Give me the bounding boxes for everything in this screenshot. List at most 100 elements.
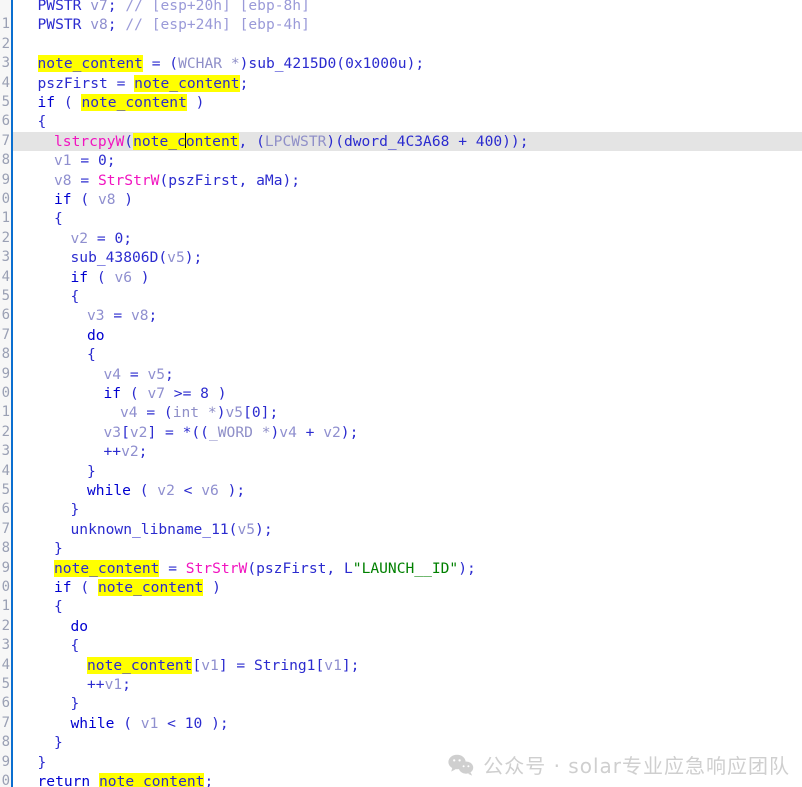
line-number: 8 (1, 540, 10, 557)
line-number: 1 (1, 16, 10, 33)
line-number: 8 (1, 152, 10, 169)
line-number: 6 (1, 695, 10, 712)
code-token: v3 (103, 423, 122, 441)
code-line[interactable]: PWSTR v8; // [esp+24h] [ebp-4h] (13, 15, 802, 34)
code-line[interactable]: } (13, 753, 802, 772)
code-line[interactable]: while ( v1 < 10 ); (13, 714, 802, 733)
code-line[interactable]: v8 = StrStrW(pszFirst, aMa); (13, 171, 802, 190)
code-token: StrStrW (97, 171, 160, 189)
code-token: 0 (97, 152, 107, 170)
code-token: * (230, 55, 240, 73)
code-token: ( (55, 94, 82, 111)
code-token: )); (502, 132, 529, 150)
code-token: ; (138, 443, 148, 461)
code-token: // (125, 16, 152, 34)
code-token: v6 (201, 482, 219, 499)
code-line[interactable]: v3[v2] = *((_WORD *)v4 + v2); (13, 423, 802, 442)
code-token: )( (326, 132, 344, 150)
code-line[interactable]: } (13, 500, 802, 519)
highlighted-token: note_c (133, 132, 186, 150)
code-line[interactable]: { (13, 597, 802, 616)
code-line[interactable]: note_content = (WCHAR *)sub_4215D0(0x100… (13, 54, 802, 73)
line-number: 0 (1, 579, 10, 595)
code-token: v2 (121, 443, 139, 461)
code-token: do (87, 326, 105, 344)
code-line[interactable]: v3 = v8; (13, 306, 802, 325)
code-token: do (70, 617, 89, 635)
line-number: 3 (1, 443, 10, 460)
code-line[interactable]: { (13, 636, 802, 655)
code-token: ( (130, 482, 158, 499)
code-token: ; (122, 676, 131, 693)
code-token: ) (115, 191, 134, 208)
code-token: while (87, 482, 131, 499)
line-number: 4 (1, 268, 10, 285)
code-token: // [esp+20h] [ebp-8h] (125, 0, 310, 14)
line-number: 9 (1, 753, 10, 770)
code-token: v2 (157, 482, 175, 499)
code-line[interactable]: if ( v8 ) (13, 190, 802, 209)
code-token: ] = (218, 656, 254, 674)
code-line[interactable]: } (13, 694, 802, 713)
code-line[interactable]: if ( v6 ) (13, 268, 802, 287)
code-line[interactable]: note_content[v1] = String1[v1]; (13, 656, 802, 675)
code-line[interactable]: while ( v2 < v6 ); (13, 481, 802, 500)
code-token: ( (158, 249, 168, 267)
code-token: ) (270, 423, 280, 441)
code-line[interactable]: } (13, 539, 802, 558)
code-token: if (70, 268, 89, 286)
code-line[interactable]: sub_43806D(v5); (13, 248, 802, 267)
code-line[interactable]: } (13, 462, 802, 481)
code-token: ( (114, 714, 141, 732)
code-line[interactable]: do (13, 326, 802, 345)
highlighted-token: note_content (87, 656, 193, 674)
code-line[interactable]: if ( v7 >= 8 ) (13, 384, 802, 403)
code-token: ( (71, 191, 98, 208)
code-token: ]; (341, 656, 360, 674)
code-line[interactable]: } (13, 733, 802, 752)
line-number: 5 (1, 94, 10, 110)
code-line[interactable] (13, 35, 802, 54)
code-line[interactable]: unknown_libname_11(v5); (13, 520, 802, 539)
code-line[interactable]: { (13, 112, 802, 131)
code-line[interactable]: PWSTR v7; // [esp+20h] [ebp-8h] (13, 0, 802, 15)
code-line[interactable]: { (13, 287, 802, 306)
code-token: v1 (140, 714, 159, 732)
highlighted-token: ontent (185, 132, 239, 150)
code-token: v1 (324, 656, 342, 674)
highlighted-token: note_content (97, 579, 204, 596)
code-line[interactable]: if ( note_content ) (13, 93, 802, 112)
code-token: ); (406, 55, 425, 73)
code-token: = ( (137, 404, 173, 422)
line-number: 0 (1, 773, 10, 787)
code-line[interactable]: note_content = StrStrW(pszFirst, L"LAUNC… (13, 559, 802, 578)
code-token: 0 (114, 229, 124, 247)
line-number: 0 (1, 385, 10, 401)
line-number: 0 (1, 191, 10, 207)
code-token: 400 (475, 132, 503, 150)
code-line[interactable]: ++v2; (13, 442, 802, 461)
code-line[interactable]: v4 = v5; (13, 365, 802, 384)
code-token: = ( (142, 55, 179, 73)
code-line[interactable]: lstrcpyW(note_content, (LPCWSTR)(dword_4… (13, 132, 802, 151)
code-token: = (104, 307, 131, 325)
code-line[interactable]: do (13, 617, 802, 636)
code-token: [ (192, 656, 202, 674)
code-token: sub_43806D (70, 249, 159, 267)
code-line[interactable]: return note_content; (13, 772, 802, 787)
code-line[interactable]: if ( note_content ) (13, 578, 802, 597)
code-line[interactable]: pszFirst = note_content; (13, 74, 802, 93)
code-line[interactable]: v1 = 0; (13, 151, 802, 170)
code-line[interactable]: ++v1; (13, 675, 802, 694)
code-line[interactable]: v2 = 0; (13, 229, 802, 248)
code-line[interactable]: { (13, 345, 802, 364)
code-area[interactable]: PWSTR v7; // [esp+20h] [ebp-8h] PWSTR v8;… (13, 0, 802, 787)
code-token: pszFirst (37, 74, 108, 92)
code-token: } (70, 695, 80, 713)
line-number: 8 (1, 346, 10, 363)
code-line[interactable]: v4 = (int *)v5[0]; (13, 403, 802, 422)
code-token: = (71, 171, 98, 189)
line-number: 7 (1, 132, 10, 149)
code-line[interactable]: { (13, 209, 802, 228)
code-token: LPCWSTR (264, 132, 327, 150)
